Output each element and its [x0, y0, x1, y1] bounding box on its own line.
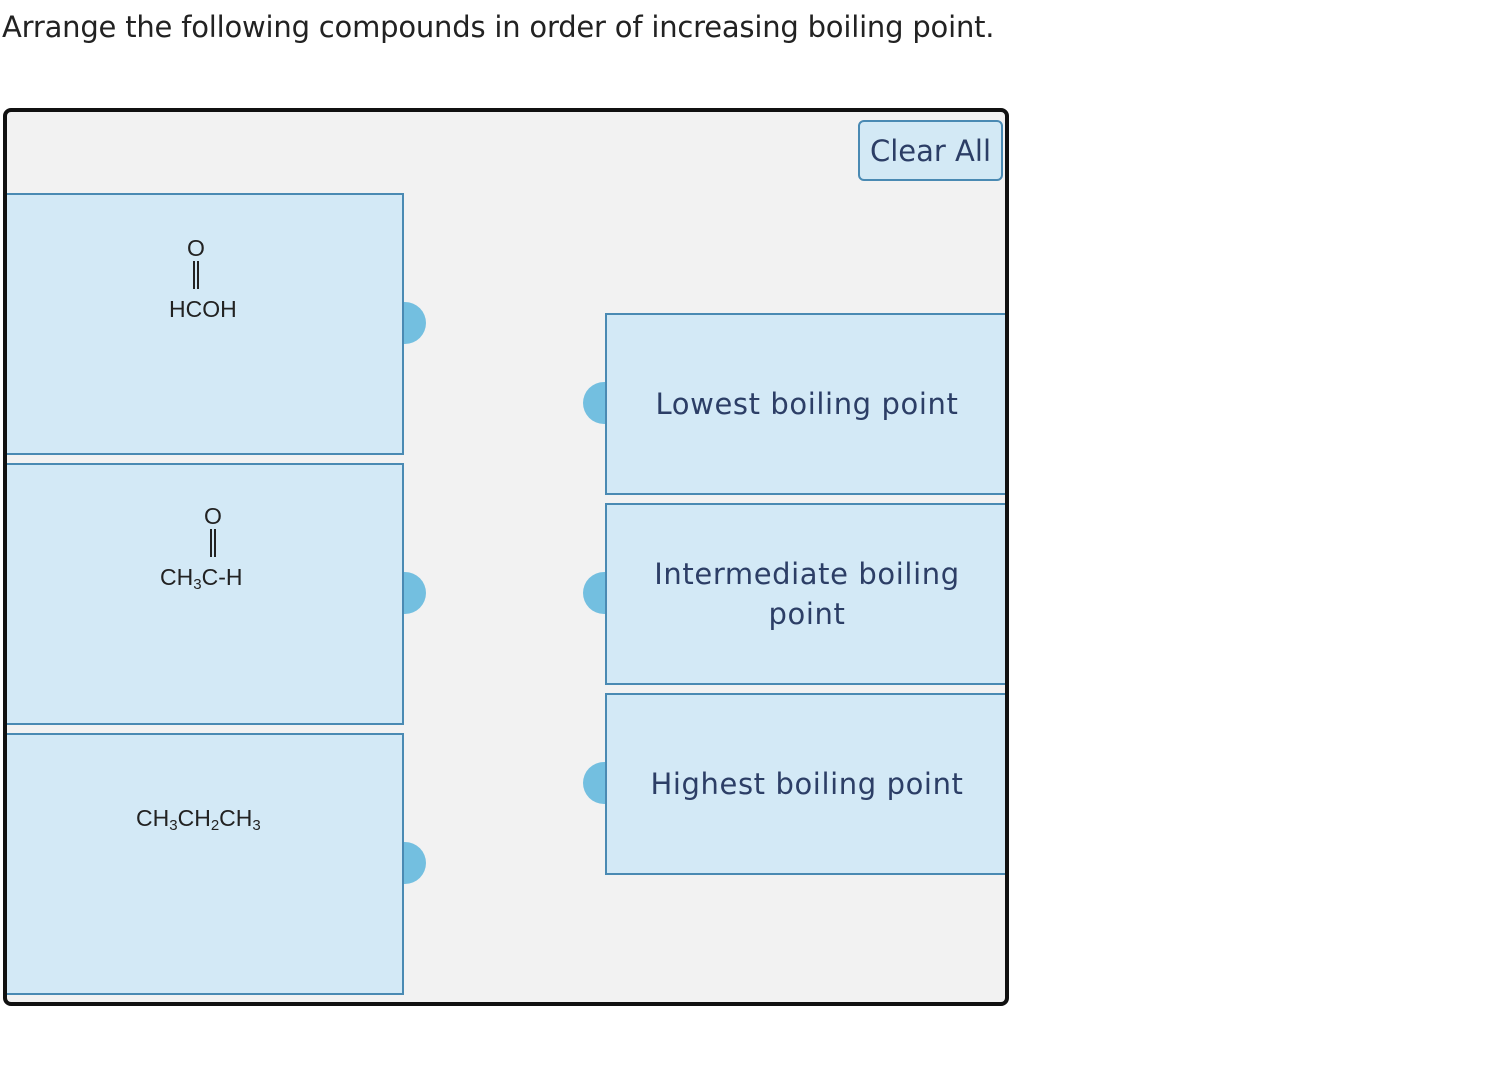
compound-card-connector[interactable]	[404, 842, 426, 884]
ranking-workspace: Clear All O HCOH O CH3C-H CH3CH2CH3 Lowe…	[3, 108, 1009, 1006]
compound-card-connector[interactable]	[404, 572, 426, 614]
clear-all-button[interactable]: Clear All	[858, 120, 1003, 181]
question-text: Arrange the following compounds in order…	[2, 10, 995, 44]
compound-top-oxygen: O	[187, 235, 205, 261]
compound-card-connector[interactable]	[404, 302, 426, 344]
compound-card-propane[interactable]: CH3CH2CH3	[7, 733, 404, 995]
target-connector[interactable]	[583, 382, 605, 424]
double-bond	[210, 529, 216, 557]
target-connector[interactable]	[583, 762, 605, 804]
double-bond	[193, 261, 199, 289]
compound-top-oxygen: O	[204, 503, 222, 529]
compound-formula: HCOH	[169, 296, 237, 322]
target-connector[interactable]	[583, 572, 605, 614]
compound-card-formic-acid[interactable]: O HCOH	[7, 193, 404, 455]
compound-formula: CH3CH2CH3	[136, 805, 261, 834]
target-lowest-boiling-point[interactable]: Lowest boiling point	[605, 313, 1005, 495]
target-highest-boiling-point[interactable]: Highest boiling point	[605, 693, 1005, 875]
compound-formula: CH3C-H	[160, 564, 243, 593]
compound-card-acetaldehyde[interactable]: O CH3C-H	[7, 463, 404, 725]
target-intermediate-boiling-point[interactable]: Intermediate boiling point	[605, 503, 1005, 685]
